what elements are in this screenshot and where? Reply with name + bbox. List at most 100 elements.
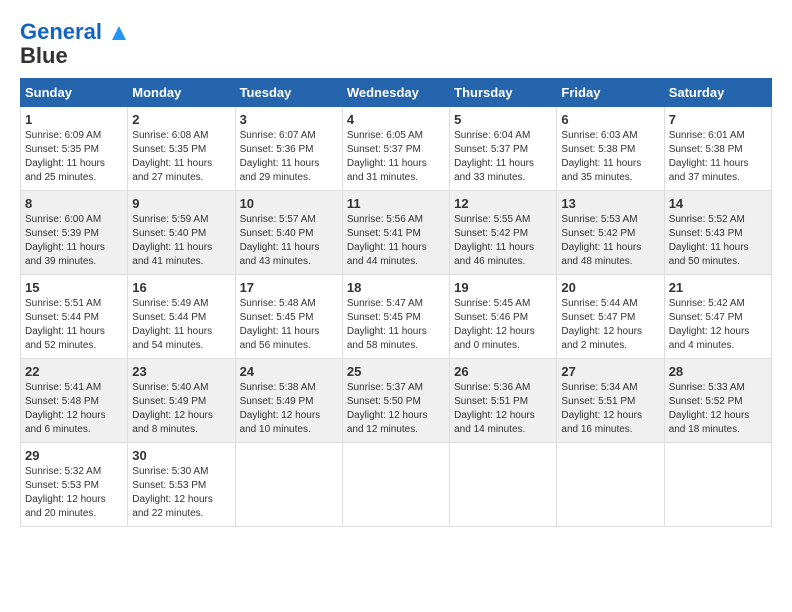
logo: General Blue bbox=[20, 20, 128, 68]
calendar-day-cell: 30 Sunrise: 5:30 AM Sunset: 5:53 PM Dayli… bbox=[128, 443, 235, 527]
calendar-day-cell: 10 Sunrise: 5:57 AM Sunset: 5:40 PM Dayli… bbox=[235, 191, 342, 275]
calendar-day-cell: 14 Sunrise: 5:52 AM Sunset: 5:43 PM Dayli… bbox=[664, 191, 771, 275]
logo-text: General bbox=[20, 20, 128, 44]
day-number: 27 bbox=[561, 364, 659, 379]
calendar-day-cell: 20 Sunrise: 5:44 AM Sunset: 5:47 PM Dayli… bbox=[557, 275, 664, 359]
day-info: Sunrise: 5:40 AM Sunset: 5:49 PM Dayligh… bbox=[132, 381, 230, 437]
day-number: 16 bbox=[132, 280, 230, 295]
day-info: Sunrise: 5:30 AM Sunset: 5:53 PM Dayligh… bbox=[132, 465, 230, 521]
day-number: 3 bbox=[240, 112, 338, 127]
day-number: 26 bbox=[454, 364, 552, 379]
day-number: 22 bbox=[25, 364, 123, 379]
day-number: 30 bbox=[132, 448, 230, 463]
calendar-day-cell: 29Sunrise: 5:32 AM Sunset: 5:53 PM Dayli… bbox=[21, 443, 128, 527]
day-info: Sunrise: 5:48 AM Sunset: 5:45 PM Dayligh… bbox=[240, 297, 338, 353]
logo-arrow-icon bbox=[110, 24, 128, 42]
day-number: 8 bbox=[25, 196, 123, 211]
weekday-header-tuesday: Tuesday bbox=[235, 79, 342, 107]
day-info: Sunrise: 5:57 AM Sunset: 5:40 PM Dayligh… bbox=[240, 213, 338, 269]
calendar-day-cell: 13Sunrise: 5:53 AM Sunset: 5:42 PM Dayli… bbox=[557, 191, 664, 275]
calendar-day-cell: 22 Sunrise: 5:41 AM Sunset: 5:48 PM Dayli… bbox=[21, 359, 128, 443]
day-info: Sunrise: 6:04 AM Sunset: 5:37 PM Dayligh… bbox=[454, 129, 552, 185]
calendar-day-cell: 6 Sunrise: 6:03 AM Sunset: 5:38 PM Daylig… bbox=[557, 107, 664, 191]
calendar-day-cell: 21 Sunrise: 5:42 AM Sunset: 5:47 PM Dayli… bbox=[664, 275, 771, 359]
calendar-day-cell: 9 Sunrise: 5:59 AM Sunset: 5:40 PM Daylig… bbox=[128, 191, 235, 275]
calendar-table: SundayMondayTuesdayWednesdayThursdayFrid… bbox=[20, 78, 772, 527]
calendar-week-row: 1 Sunrise: 6:09 AM Sunset: 5:35 PM Daylig… bbox=[21, 107, 772, 191]
day-info: Sunrise: 5:51 AM Sunset: 5:44 PM Dayligh… bbox=[25, 297, 123, 353]
day-info: Sunrise: 5:42 AM Sunset: 5:47 PM Dayligh… bbox=[669, 297, 767, 353]
day-info: Sunrise: 5:59 AM Sunset: 5:40 PM Dayligh… bbox=[132, 213, 230, 269]
calendar-week-row: 8 Sunrise: 6:00 AM Sunset: 5:39 PM Daylig… bbox=[21, 191, 772, 275]
calendar-day-cell: 23 Sunrise: 5:40 AM Sunset: 5:49 PM Dayli… bbox=[128, 359, 235, 443]
logo-text-blue: Blue bbox=[20, 44, 68, 68]
calendar-week-row: 22 Sunrise: 5:41 AM Sunset: 5:48 PM Dayli… bbox=[21, 359, 772, 443]
calendar-day-cell: 18Sunrise: 5:47 AM Sunset: 5:45 PM Dayli… bbox=[342, 275, 449, 359]
calendar-day-cell: 24 Sunrise: 5:38 AM Sunset: 5:49 PM Dayli… bbox=[235, 359, 342, 443]
weekday-header-sunday: Sunday bbox=[21, 79, 128, 107]
day-number: 1 bbox=[25, 112, 123, 127]
day-number: 2 bbox=[132, 112, 230, 127]
calendar-empty-cell bbox=[664, 443, 771, 527]
calendar-day-cell: 19Sunrise: 5:45 AM Sunset: 5:46 PM Dayli… bbox=[450, 275, 557, 359]
day-number: 28 bbox=[669, 364, 767, 379]
day-info: Sunrise: 6:08 AM Sunset: 5:35 PM Dayligh… bbox=[132, 129, 230, 185]
day-number: 10 bbox=[240, 196, 338, 211]
day-number: 6 bbox=[561, 112, 659, 127]
day-info: Sunrise: 5:33 AM Sunset: 5:52 PM Dayligh… bbox=[669, 381, 767, 437]
weekday-header-thursday: Thursday bbox=[450, 79, 557, 107]
day-number: 21 bbox=[669, 280, 767, 295]
calendar-empty-cell bbox=[450, 443, 557, 527]
day-number: 15 bbox=[25, 280, 123, 295]
day-info: Sunrise: 6:05 AM Sunset: 5:37 PM Dayligh… bbox=[347, 129, 445, 185]
calendar-day-cell: 1 Sunrise: 6:09 AM Sunset: 5:35 PM Daylig… bbox=[21, 107, 128, 191]
calendar-day-cell: 3Sunrise: 6:07 AM Sunset: 5:36 PM Daylig… bbox=[235, 107, 342, 191]
day-info: Sunrise: 6:03 AM Sunset: 5:38 PM Dayligh… bbox=[561, 129, 659, 185]
day-info: Sunrise: 5:55 AM Sunset: 5:42 PM Dayligh… bbox=[454, 213, 552, 269]
calendar-header-row: SundayMondayTuesdayWednesdayThursdayFrid… bbox=[21, 79, 772, 107]
calendar-day-cell: 16 Sunrise: 5:49 AM Sunset: 5:44 PM Dayli… bbox=[128, 275, 235, 359]
weekday-header-monday: Monday bbox=[128, 79, 235, 107]
calendar-day-cell: 27 Sunrise: 5:34 AM Sunset: 5:51 PM Dayli… bbox=[557, 359, 664, 443]
day-number: 12 bbox=[454, 196, 552, 211]
day-number: 9 bbox=[132, 196, 230, 211]
day-number: 13 bbox=[561, 196, 659, 211]
day-number: 5 bbox=[454, 112, 552, 127]
day-info: Sunrise: 6:00 AM Sunset: 5:39 PM Dayligh… bbox=[25, 213, 123, 269]
calendar-day-cell: 15 Sunrise: 5:51 AM Sunset: 5:44 PM Dayli… bbox=[21, 275, 128, 359]
day-number: 17 bbox=[240, 280, 338, 295]
day-info: Sunrise: 5:41 AM Sunset: 5:48 PM Dayligh… bbox=[25, 381, 123, 437]
day-number: 14 bbox=[669, 196, 767, 211]
day-number: 23 bbox=[132, 364, 230, 379]
day-info: Sunrise: 5:38 AM Sunset: 5:49 PM Dayligh… bbox=[240, 381, 338, 437]
day-number: 25 bbox=[347, 364, 445, 379]
calendar-empty-cell bbox=[235, 443, 342, 527]
day-info: Sunrise: 5:49 AM Sunset: 5:44 PM Dayligh… bbox=[132, 297, 230, 353]
day-info: Sunrise: 5:36 AM Sunset: 5:51 PM Dayligh… bbox=[454, 381, 552, 437]
calendar-day-cell: 17 Sunrise: 5:48 AM Sunset: 5:45 PM Dayli… bbox=[235, 275, 342, 359]
calendar-day-cell: 5 Sunrise: 6:04 AM Sunset: 5:37 PM Daylig… bbox=[450, 107, 557, 191]
day-info: Sunrise: 5:45 AM Sunset: 5:46 PM Dayligh… bbox=[454, 297, 552, 353]
day-number: 20 bbox=[561, 280, 659, 295]
day-info: Sunrise: 5:34 AM Sunset: 5:51 PM Dayligh… bbox=[561, 381, 659, 437]
day-info: Sunrise: 5:44 AM Sunset: 5:47 PM Dayligh… bbox=[561, 297, 659, 353]
day-info: Sunrise: 5:52 AM Sunset: 5:43 PM Dayligh… bbox=[669, 213, 767, 269]
header: General Blue bbox=[20, 20, 772, 68]
calendar-week-row: 15 Sunrise: 5:51 AM Sunset: 5:44 PM Dayli… bbox=[21, 275, 772, 359]
calendar-day-cell: 26 Sunrise: 5:36 AM Sunset: 5:51 PM Dayli… bbox=[450, 359, 557, 443]
day-info: Sunrise: 5:32 AM Sunset: 5:53 PM Dayligh… bbox=[25, 465, 123, 521]
calendar-day-cell: 4 Sunrise: 6:05 AM Sunset: 5:37 PM Daylig… bbox=[342, 107, 449, 191]
day-info: Sunrise: 6:09 AM Sunset: 5:35 PM Dayligh… bbox=[25, 129, 123, 185]
day-info: Sunrise: 5:37 AM Sunset: 5:50 PM Dayligh… bbox=[347, 381, 445, 437]
day-number: 4 bbox=[347, 112, 445, 127]
calendar-day-cell: 7Sunrise: 6:01 AM Sunset: 5:38 PM Daylig… bbox=[664, 107, 771, 191]
calendar-day-cell: 2 Sunrise: 6:08 AM Sunset: 5:35 PM Daylig… bbox=[128, 107, 235, 191]
calendar-week-row: 29Sunrise: 5:32 AM Sunset: 5:53 PM Dayli… bbox=[21, 443, 772, 527]
day-number: 24 bbox=[240, 364, 338, 379]
calendar-day-cell: 12 Sunrise: 5:55 AM Sunset: 5:42 PM Dayli… bbox=[450, 191, 557, 275]
calendar-empty-cell bbox=[342, 443, 449, 527]
weekday-header-friday: Friday bbox=[557, 79, 664, 107]
calendar-day-cell: 11Sunrise: 5:56 AM Sunset: 5:41 PM Dayli… bbox=[342, 191, 449, 275]
calendar-day-cell: 28 Sunrise: 5:33 AM Sunset: 5:52 PM Dayli… bbox=[664, 359, 771, 443]
day-number: 7 bbox=[669, 112, 767, 127]
